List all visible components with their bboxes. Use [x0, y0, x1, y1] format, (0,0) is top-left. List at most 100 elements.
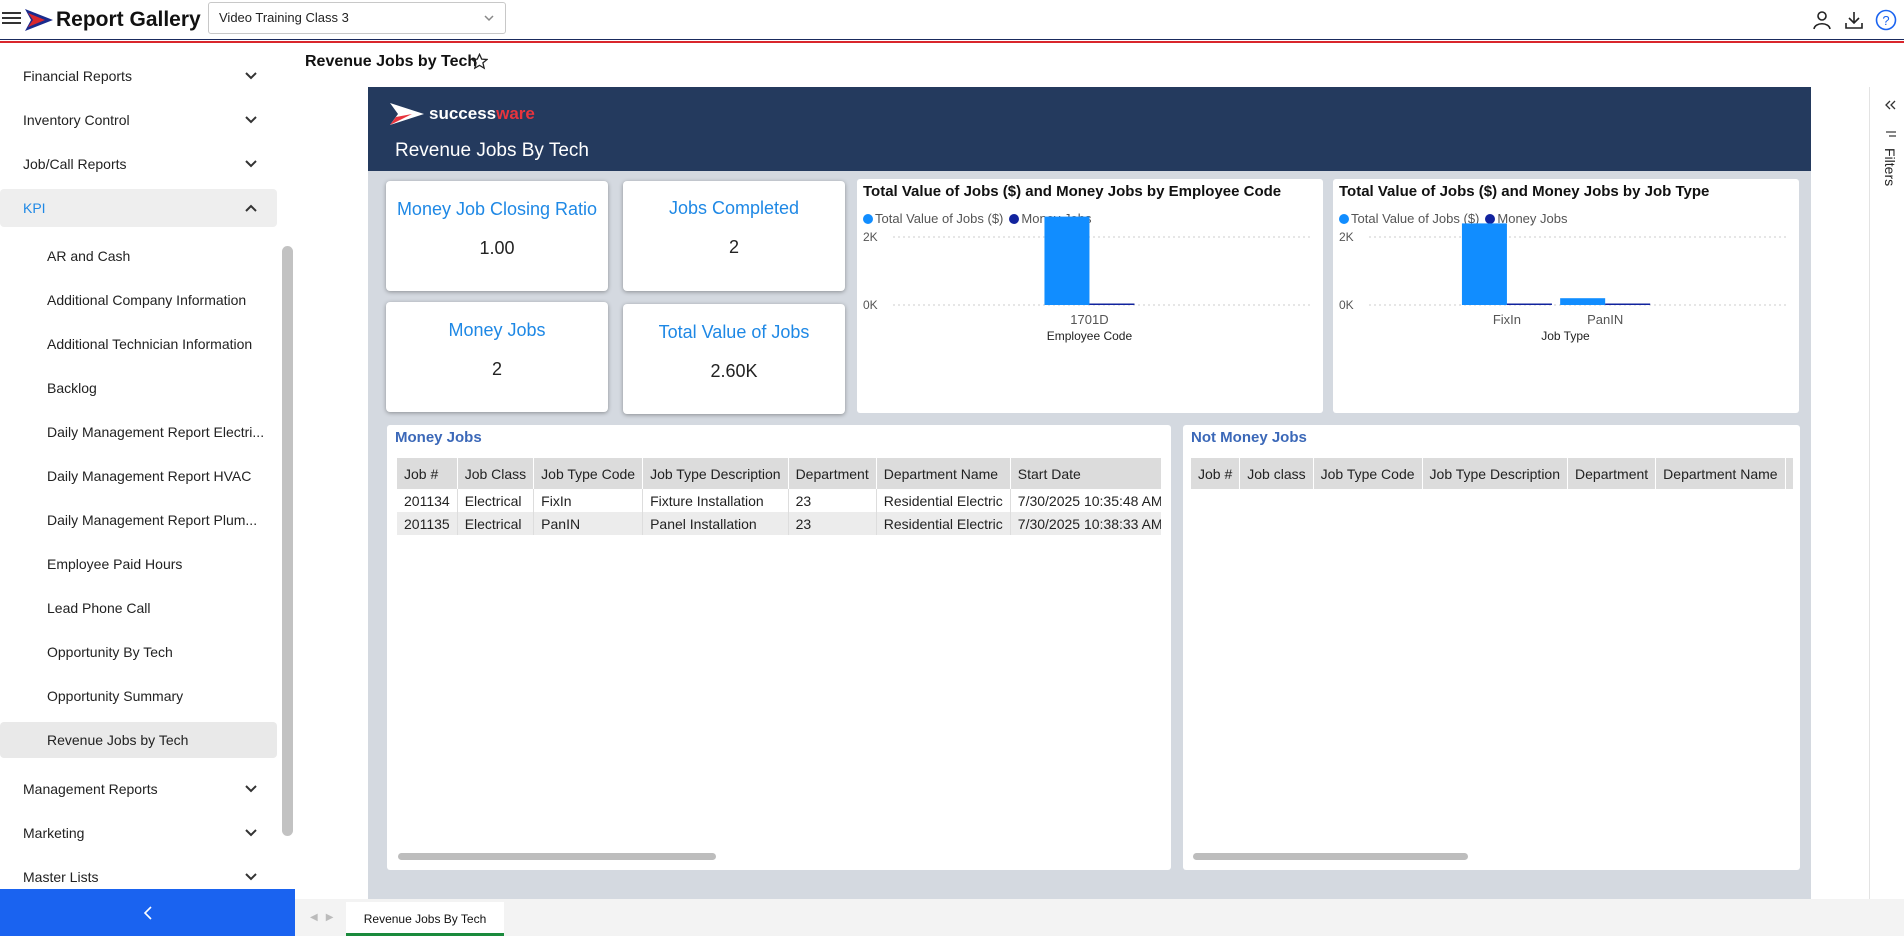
sidebar-item-label: Master Lists	[23, 869, 99, 885]
sidebar-subitem-daily-management-report-hvac[interactable]: Daily Management Report HVAC	[0, 458, 277, 494]
sidebar-subitem-ar-and-cash[interactable]: AR and Cash	[0, 238, 277, 274]
chevron-down-icon	[245, 160, 257, 168]
top-bar: Report Gallery Video Training Class 3 ?	[0, 0, 1904, 43]
chevron-up-icon	[245, 204, 257, 212]
money-jobs-table-wrap: Job # Job Class Job Type Code Job Type Desc…	[397, 458, 1161, 535]
column-header-department-name[interactable]: Department Name	[1655, 458, 1786, 489]
bar-money-jobs-fixin	[1506, 303, 1552, 305]
column-header-job-type-description[interactable]: Job Type Description	[642, 458, 789, 489]
not-money-jobs-panel: Not Money Jobs Job # Job class Job Type Co…	[1183, 425, 1800, 870]
sidebar-item-management-reports[interactable]: Management Reports	[0, 770, 277, 808]
bar-money-jobs-panin	[1605, 303, 1651, 305]
sidebar-scrollbar[interactable]	[282, 246, 293, 836]
chart-panel-by-employee-code[interactable]: Total Value of Jobs ($) and Money Jobs b…	[857, 179, 1323, 413]
table-cell: 23	[788, 489, 877, 512]
sidebar-subitem-employee-paid-hours[interactable]: Employee Paid Hours	[0, 546, 277, 582]
page-nav-arrows[interactable]: ◀▶	[310, 912, 341, 923]
sidebar-item-job-call-reports[interactable]: Job/Call Reports	[0, 145, 277, 183]
sidebar-subitem-additional-company-information[interactable]: Additional Company Information	[0, 282, 277, 318]
column-header-job-class[interactable]: Job class	[1239, 458, 1314, 489]
sidebar-item-label: Marketing	[23, 825, 85, 841]
page-title: Revenue Jobs by Tech	[305, 53, 478, 70]
table-row[interactable]: 201134 Electrical FixIn Fixture Installatio…	[397, 489, 1161, 512]
chart-panel-by-job-type[interactable]: Total Value of Jobs ($) and Money Jobs b…	[1333, 179, 1799, 413]
bar-total-value-of-jobs-1701d	[1044, 216, 1090, 305]
card-jobs-completed[interactable]: Jobs Completed 2	[623, 181, 845, 291]
class-selector-value: Video Training Class 3	[219, 10, 349, 25]
sidebar-item-label: Management Reports	[23, 781, 158, 797]
filters-pane[interactable]	[1869, 87, 1904, 899]
column-header-job-class[interactable]: Job Class	[457, 458, 535, 489]
sidebar-item-label: Inventory Control	[23, 112, 130, 128]
sidebar-subitem-label: Revenue Jobs by Tech	[47, 732, 189, 748]
not-money-jobs-scrollbar[interactable]	[1193, 853, 1468, 860]
column-header-department[interactable]: Department	[788, 458, 877, 489]
sidebar-subitem-opportunity-by-tech[interactable]: Opportunity By Tech	[0, 634, 277, 670]
column-header-job-type-description[interactable]: Job Type Description	[1422, 458, 1569, 489]
sidebar-item-label: Job/Call Reports	[23, 156, 127, 172]
column-header-job[interactable]: Job #	[1191, 458, 1241, 489]
money-jobs-scrollbar[interactable]	[398, 853, 716, 860]
sidebar-subitem-label: Opportunity By Tech	[47, 644, 173, 660]
sidebar-subitem-lead-phone-call[interactable]: Lead Phone Call	[0, 590, 277, 626]
table-cell: 23	[788, 512, 877, 535]
column-header-job-type-code[interactable]: Job Type Code	[1313, 458, 1423, 489]
sidebar-item-kpi[interactable]: KPI	[0, 189, 277, 227]
menu-icon[interactable]	[2, 9, 21, 29]
sidebar-subitem-daily-management-report-plumbing[interactable]: Daily Management Report Plum...	[0, 502, 277, 538]
user-icon[interactable]	[1810, 8, 1834, 32]
sidebar-subitem-label: Lead Phone Call	[47, 600, 151, 616]
sidebar-subitem-additional-technician-information[interactable]: Additional Technician Information	[0, 326, 277, 362]
table-cell: 7/30/2025 10:35:48 AM	[1010, 489, 1161, 512]
chevron-down-icon	[484, 15, 494, 22]
page-tabs-bar	[295, 899, 1904, 936]
download-icon[interactable]	[1842, 8, 1866, 32]
help-icon[interactable]: ?	[1874, 8, 1898, 32]
app-title: Report Gallery	[56, 8, 201, 31]
sidebar: Financial Reports Inventory Control Job/…	[0, 46, 295, 889]
successware-logo: success ware	[390, 101, 535, 127]
table-cell: 201135	[397, 512, 458, 535]
sidebar-subitem-backlog[interactable]: Backlog	[0, 370, 277, 406]
sidebar-subitem-label: Employee Paid Hours	[47, 556, 183, 572]
table-cell: 7/30/2025 10:38:33 AM	[1010, 512, 1161, 535]
column-header-job-type-code[interactable]: Job Type Code	[533, 458, 644, 489]
sidebar-item-master-lists[interactable]: Master Lists	[0, 858, 277, 889]
favorite-star-icon[interactable]	[471, 53, 488, 70]
card-value: 2	[491, 359, 502, 379]
filter-icon	[1886, 131, 1896, 137]
sidebar-subitem-daily-management-report-electric[interactable]: Daily Management Report Electri...	[0, 414, 277, 450]
card-money-jobs[interactable]: Money Jobs 2	[386, 302, 608, 412]
column-header-department[interactable]: Department	[1567, 458, 1657, 489]
sidebar-item-financial-reports[interactable]: Financial Reports	[0, 57, 277, 95]
card-label: Money Jobs	[448, 320, 546, 340]
card-money-job-closing-ratio[interactable]: Money Job Closing Ratio 1.00	[386, 181, 608, 291]
column-header-sta[interactable]: Sta	[1785, 458, 1793, 489]
table-cell: Electrical	[457, 489, 535, 512]
table-header-row: Job # Job Class Job Type Code Job Type Desc…	[397, 458, 1161, 489]
x-axis-label: Job Type	[1541, 329, 1590, 343]
filters-label[interactable]: Filters	[1882, 148, 1898, 186]
x-tick-label: PanIN	[1587, 312, 1623, 327]
sidebar-collapse-button[interactable]	[0, 889, 295, 936]
header-stripes	[0, 39, 1904, 43]
sidebar-subitem-opportunity-summary[interactable]: Opportunity Summary	[0, 678, 277, 714]
successware-logo-icon	[390, 103, 424, 125]
column-header-start-date[interactable]: Start Date	[1010, 458, 1161, 489]
table-cell: Residential Electric	[876, 512, 1011, 535]
money-jobs-table: Job # Job Class Job Type Code Job Type Desc…	[397, 458, 1161, 535]
column-header-job[interactable]: Job #	[397, 458, 458, 489]
sidebar-item-marketing[interactable]: Marketing	[0, 814, 277, 852]
table-cell: PanIN	[533, 512, 644, 535]
column-header-department-name[interactable]: Department Name	[876, 458, 1011, 489]
chart-plot: 0K 2K 1701D Employee Code	[863, 216, 1311, 343]
table-row[interactable]: 201135 Electrical PanIN Panel Installation 2…	[397, 512, 1161, 535]
table-cell: Panel Installation	[642, 512, 789, 535]
class-selector[interactable]: Video Training Class 3	[208, 2, 506, 34]
money-jobs-title: Money Jobs	[395, 429, 482, 446]
card-total-value-of-jobs[interactable]: Total Value of Jobs 2.60K	[623, 304, 845, 414]
tab-revenue-jobs-by-tech[interactable]: Revenue Jobs By Tech	[346, 902, 504, 936]
double-chevron-left-icon[interactable]	[1885, 100, 1897, 110]
sidebar-item-inventory-control[interactable]: Inventory Control	[0, 101, 277, 139]
sidebar-subitem-revenue-jobs-by-tech[interactable]: Revenue Jobs by Tech	[0, 722, 277, 758]
